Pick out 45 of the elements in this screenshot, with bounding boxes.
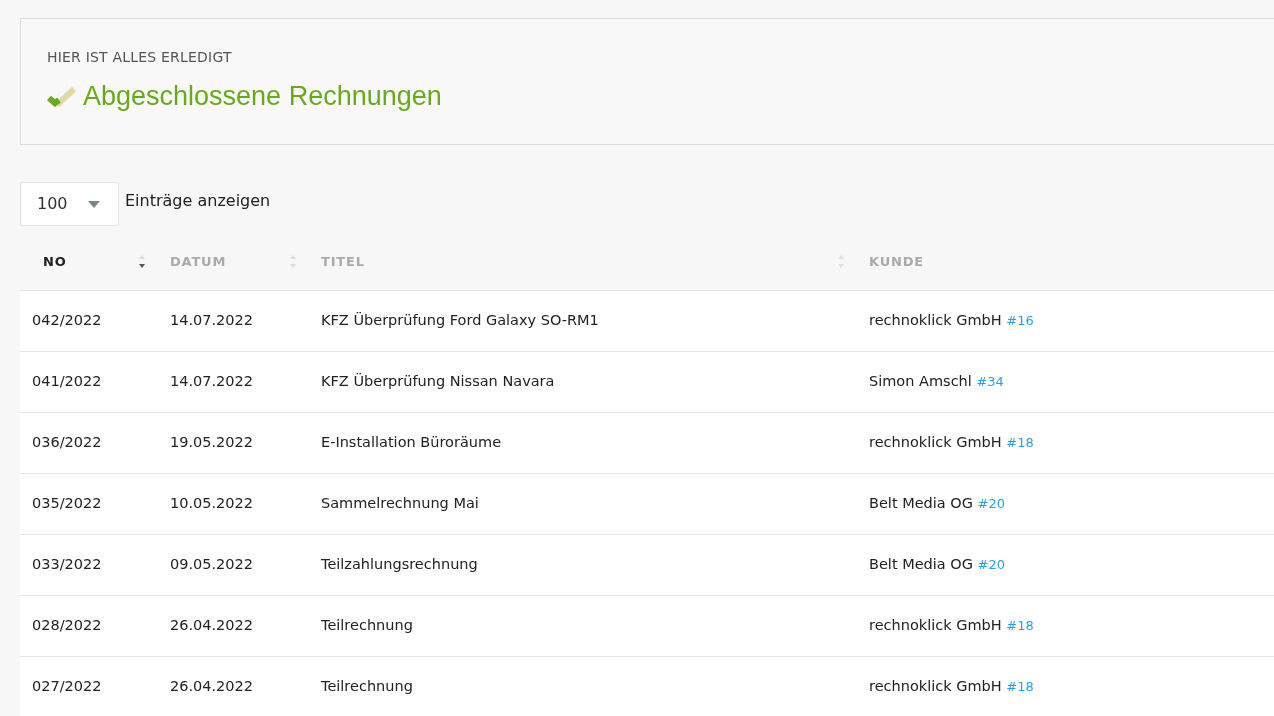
caret-icon [88, 200, 100, 208]
customer-name: rechnoklick GmbH [869, 434, 1002, 451]
table-cell: 027/2022 [32, 678, 102, 695]
table-cell: E-Installation Büroräume [321, 434, 502, 451]
customer-name: Belt Media OG [869, 556, 973, 573]
customer-name: rechnoklick GmbH [869, 678, 1002, 695]
customer-name: Simon Amschl [869, 373, 972, 390]
customer-name: rechnoklick GmbH [869, 617, 1002, 634]
column-header[interactable]: DATUM [158, 252, 309, 272]
customer-id-link[interactable]: #16 [1006, 313, 1034, 329]
customer-name: rechnoklick GmbH [869, 312, 1002, 329]
table-cell: 26.04.2022 [170, 617, 254, 634]
customer-id-link[interactable]: #34 [976, 374, 1004, 390]
table-cell: Sammelrechnung Mai [321, 495, 479, 512]
table-cell: 033/2022 [32, 556, 102, 573]
table-cell: 035/2022 [32, 495, 102, 512]
customer-id-link[interactable]: #20 [977, 557, 1006, 573]
page-length-select[interactable]: 100 [20, 182, 119, 226]
table-cell: 26.04.2022 [170, 678, 254, 695]
customer-id-link[interactable]: #18 [1006, 679, 1034, 695]
column-header[interactable]: KUNDE [857, 252, 1274, 272]
table-cell: 19.05.2022 [170, 434, 254, 451]
table-cell: 09.05.2022 [170, 556, 254, 573]
table-cell: Teilrechnung [321, 617, 413, 634]
table-cell: 042/2022 [32, 312, 102, 329]
table-cell: 10.05.2022 [170, 495, 254, 512]
table-cell: 14.07.2022 [170, 312, 254, 329]
table-cell: 028/2022 [32, 617, 102, 634]
column-header[interactable]: NO [20, 252, 158, 272]
table-cell: 036/2022 [32, 434, 102, 451]
table-cell: KFZ Überprüfung Nissan Navara [321, 373, 555, 390]
table-cell: 041/2022 [32, 373, 102, 390]
table-cell: Teilzahlungsrechnung [321, 556, 478, 573]
customer-id-link[interactable]: #18 [1006, 435, 1034, 451]
page-title: Abgeschlossene Rechnungen [83, 82, 442, 112]
table-cell: KFZ Überprüfung Ford Galaxy SO-RM1 [321, 312, 599, 329]
table-cell: Teilrechnung [321, 678, 413, 695]
page-length-label: Einträge anzeigen [125, 190, 271, 212]
customer-name: Belt Media OG [869, 495, 973, 512]
table-cell: 14.07.2022 [170, 373, 254, 390]
column-header[interactable]: TITEL [309, 252, 857, 272]
customer-id-link[interactable]: #20 [977, 496, 1006, 512]
customer-id-link[interactable]: #18 [1006, 618, 1034, 634]
checkmark-icon [47, 85, 77, 108]
page-subtitle: HIER IST ALLES ERLEDIGT [47, 48, 233, 67]
